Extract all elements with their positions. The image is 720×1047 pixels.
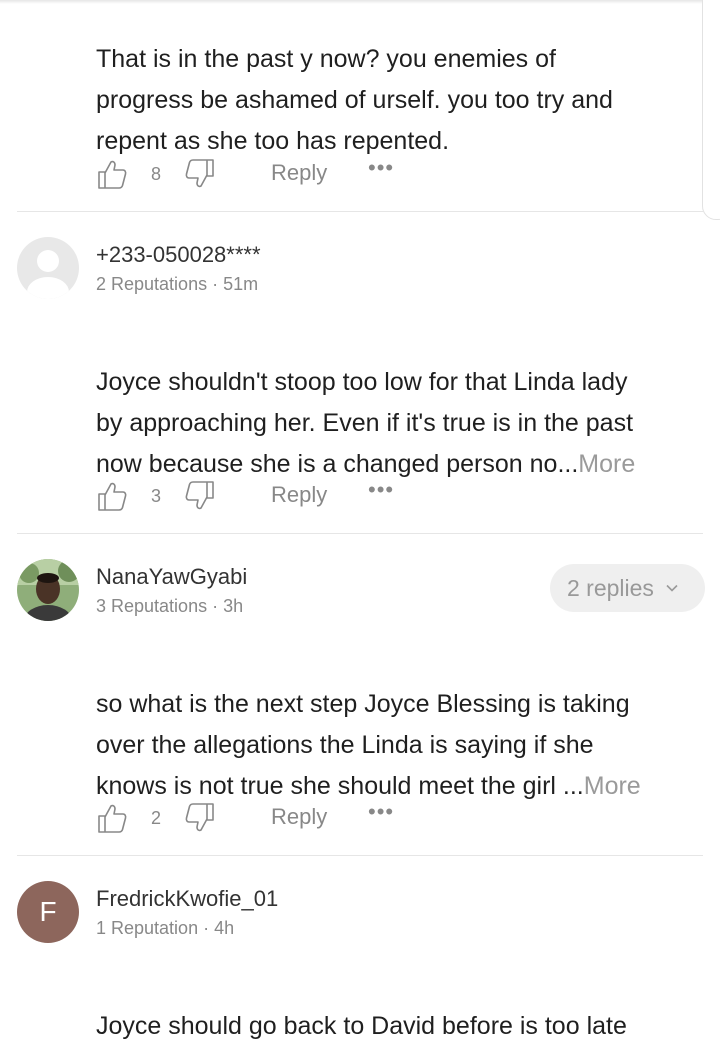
comment-actions: 3 Reply ••• xyxy=(96,477,416,516)
thumbs-down-icon[interactable] xyxy=(184,480,216,512)
comment-item: +233-050028**** 2 Reputations · 51m Joyc… xyxy=(0,212,720,534)
more-link[interactable]: More xyxy=(584,772,641,800)
replies-button[interactable]: 2 replies xyxy=(550,564,705,612)
reply-button[interactable]: Reply xyxy=(271,160,327,186)
default-avatar-icon[interactable] xyxy=(17,237,79,299)
like-count: 2 xyxy=(151,808,162,828)
thumbs-down-icon[interactable] xyxy=(184,158,216,190)
chevron-down-icon xyxy=(666,584,678,592)
comment-item: F FredrickKwofie_01 1 Reputation · 4h Jo… xyxy=(0,856,720,1040)
ellipsis-icon[interactable]: ••• xyxy=(368,477,394,503)
like-count: 8 xyxy=(151,164,162,184)
comment-body: That is in the past y now? you enemies o… xyxy=(96,45,613,155)
thumbs-up-icon[interactable] xyxy=(96,158,128,190)
ellipsis-icon[interactable]: ••• xyxy=(368,155,394,181)
comment-body: Joyce shouldn't stoop too low for that L… xyxy=(96,368,634,478)
comment-meta: 1 Reputation · 4h xyxy=(96,918,235,938)
comment-text: That is in the past y now? you enemies o… xyxy=(96,0,708,162)
reply-button[interactable]: Reply xyxy=(271,804,327,830)
comment-text: so what is the next step Joyce Blessing … xyxy=(96,643,708,807)
comment-body: Joyce should go back to David before is … xyxy=(96,1012,627,1040)
comment-actions: 2 Reply ••• xyxy=(96,799,416,838)
comment-actions: 8 Reply ••• xyxy=(96,155,416,194)
comment-item: That is in the past y now? you enemies o… xyxy=(0,0,720,212)
like-count: 3 xyxy=(151,486,162,506)
ellipsis-icon[interactable]: ••• xyxy=(368,799,394,825)
avatar-letter: F xyxy=(39,896,57,927)
comment-text: Joyce shouldn't stoop too low for that L… xyxy=(96,321,708,485)
more-link[interactable]: More xyxy=(578,450,635,478)
thumbs-down-icon[interactable] xyxy=(184,802,216,834)
comment-username[interactable]: +233-050028**** xyxy=(96,242,261,268)
comment-username[interactable]: FredrickKwofie_01 xyxy=(96,886,278,912)
comment-body: so what is the next step Joyce Blessing … xyxy=(96,690,630,800)
comment-meta: 3 Reputations · 3h xyxy=(96,596,244,616)
thumbs-up-icon[interactable] xyxy=(96,480,128,512)
replies-label: 2 replies xyxy=(567,575,654,601)
comment-username[interactable]: NanaYawGyabi xyxy=(96,564,247,590)
comment-meta: 2 Reputations · 51m xyxy=(96,274,259,294)
thumbs-up-icon[interactable] xyxy=(96,802,128,834)
avatar[interactable]: F xyxy=(17,881,79,943)
comment-item: NanaYawGyabi 3 Reputations · 3h 2 replie… xyxy=(0,534,720,856)
profile-photo[interactable] xyxy=(17,559,79,621)
comment-text: Joyce should go back to David before is … xyxy=(96,965,708,1047)
reply-button[interactable]: Reply xyxy=(271,482,327,508)
